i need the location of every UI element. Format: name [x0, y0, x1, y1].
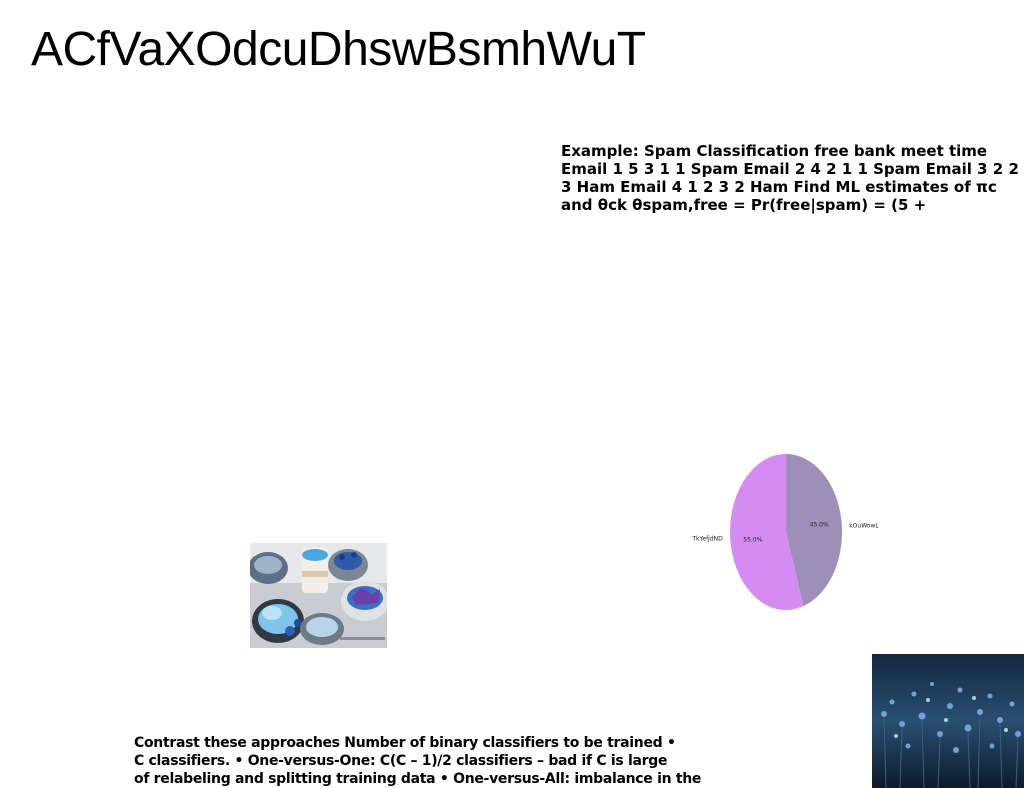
pie-chart: 45.0% kOuWowL 55.0% TkYefjdND: [690, 445, 890, 620]
text-line: of relabeling and splitting training dat…: [134, 771, 702, 787]
text-line: Contrast these approaches Number of bina…: [134, 735, 676, 751]
flower-photo: [872, 654, 1024, 788]
pie-category-label: kOuWowL: [849, 522, 879, 529]
pie-category-label: TkYefjdND: [691, 536, 723, 543]
food-photo: [250, 543, 387, 648]
page-title: ACfVaXOdcuDhswBsmhWuT: [31, 23, 646, 76]
pie-pct-label: 45.0%: [810, 522, 829, 529]
pie-chart-svg: 45.0% kOuWowL 55.0% TkYefjdND: [691, 454, 879, 610]
pie-pct-label: 55.0%: [743, 536, 762, 543]
text-line: C classifiers. • One-versus-One: C(C – 1…: [134, 753, 668, 769]
spam-classification-text: Example: Spam Classification free bank m…: [561, 142, 1019, 214]
classifier-contrast-text: Contrast these approaches Number of bina…: [134, 734, 754, 788]
